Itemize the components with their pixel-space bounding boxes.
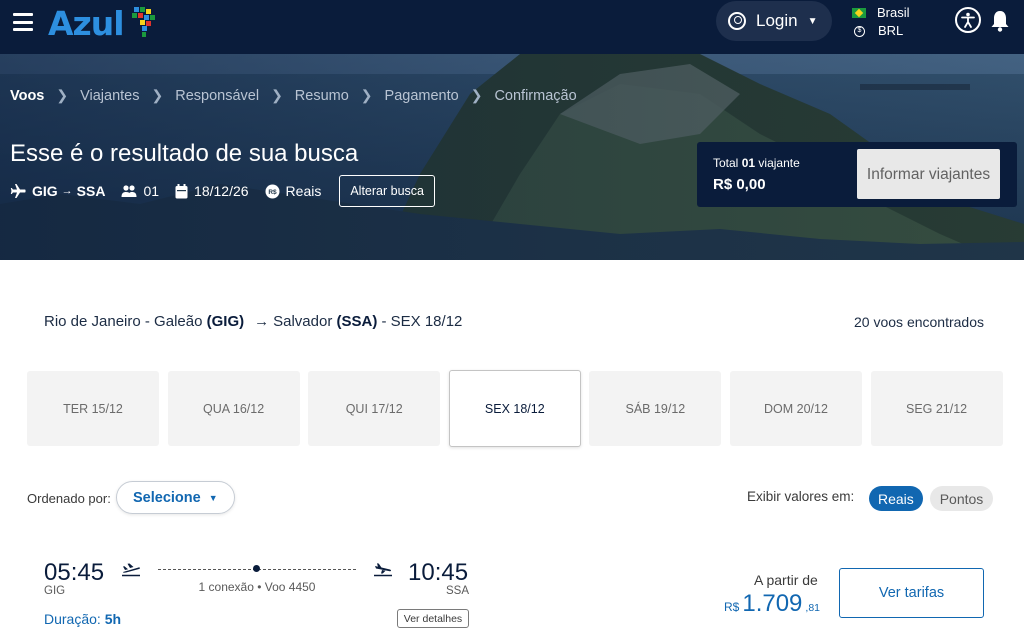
route-heading: Rio de Janeiro - Galeão (GIG) → Salvador… bbox=[44, 313, 462, 330]
price-integer: 1.709 bbox=[742, 590, 803, 617]
azul-logo[interactable]: Azul bbox=[48, 4, 162, 43]
sort-label: Ordenado por: bbox=[27, 491, 111, 506]
calendar-icon bbox=[175, 183, 188, 199]
page-title: Esse é o resultado de sua busca bbox=[10, 140, 359, 167]
breadcrumb-step-pagamento: Pagamento bbox=[384, 87, 459, 104]
view-details-button[interactable]: Ver detalhes bbox=[397, 609, 469, 628]
price-currency: R$ bbox=[724, 600, 740, 614]
results-count: 20 voos encontrados bbox=[854, 314, 984, 330]
summary-origin: GIG bbox=[32, 183, 58, 199]
landing-icon bbox=[374, 563, 392, 577]
chevron-down-icon: ▼ bbox=[807, 15, 818, 27]
login-label: Login bbox=[756, 11, 798, 30]
currency-icon: $ bbox=[854, 25, 865, 37]
total-label-prefix: Total bbox=[713, 156, 739, 170]
departure-time: 05:45 bbox=[44, 559, 105, 586]
brazil-flag-icon bbox=[852, 8, 866, 18]
chevron-right-icon: ❯ bbox=[470, 87, 483, 103]
arrival-code: SSA bbox=[446, 585, 470, 597]
summary-destination: SSA bbox=[76, 183, 106, 199]
search-summary: GIG → SSA 01 18/12/26 R$ Reais Alterar b… bbox=[10, 175, 435, 207]
summary-currency-value: Reais bbox=[285, 183, 322, 199]
people-icon bbox=[121, 184, 137, 198]
breadcrumb: Voos ❯ Viajantes ❯ Responsável ❯ Resumo … bbox=[10, 87, 577, 104]
svg-text:R$: R$ bbox=[268, 189, 277, 196]
top-bar: Azul Login ▼ Brasil $ BRL bbox=[0, 0, 1024, 54]
breadcrumb-step-confirmacao: Confirmação bbox=[494, 87, 577, 104]
login-button[interactable]: Login ▼ bbox=[716, 1, 832, 41]
brazil-map-logo-icon bbox=[131, 6, 155, 37]
reais-toggle[interactable]: Reais bbox=[869, 486, 923, 511]
sort-select[interactable]: Selecione ▼ bbox=[116, 481, 235, 514]
arrow-right-icon: → bbox=[61, 185, 73, 197]
breadcrumb-step-responsavel: Responsável bbox=[175, 87, 260, 104]
breadcrumb-step-resumo: Resumo bbox=[294, 87, 349, 104]
locale-selector[interactable]: Brasil $ BRL bbox=[852, 4, 910, 40]
summary-passenger-count: 01 bbox=[143, 183, 160, 199]
duration-label: Duração: bbox=[44, 611, 101, 627]
origin-city: Rio de Janeiro - Galeão bbox=[44, 313, 203, 330]
total-value: R$ 0,00 bbox=[713, 176, 766, 193]
summary-passengers: 01 bbox=[121, 183, 159, 199]
total-traveler-count: 01 bbox=[741, 156, 756, 170]
date-selector: TER 15/12 QUA 16/12 QUI 17/12 SEX 18/12 … bbox=[27, 370, 1011, 447]
inform-travelers-button[interactable]: Informar viajantes bbox=[857, 149, 1000, 199]
bell-icon[interactable] bbox=[990, 9, 1010, 33]
flight-duration: Duração: 5h bbox=[44, 611, 121, 627]
summary-route: GIG → SSA bbox=[10, 183, 105, 199]
summary-date: 18/12/26 bbox=[175, 183, 249, 199]
arrow-right-icon: → bbox=[254, 313, 270, 330]
date-tab-selected[interactable]: SEX 18/12 bbox=[448, 370, 581, 447]
chevron-down-icon: ▼ bbox=[208, 492, 218, 503]
view-tariffs-button[interactable]: Ver tarifas bbox=[839, 568, 984, 618]
breadcrumb-step-voos: Voos bbox=[10, 87, 45, 104]
user-icon bbox=[728, 12, 746, 30]
price-cents: ,81 bbox=[805, 602, 821, 614]
connection-info: 1 conexão • Voo 4450 bbox=[198, 580, 316, 594]
duration-value: 5h bbox=[104, 611, 122, 627]
date-tab[interactable]: DOM 20/12 bbox=[729, 371, 862, 446]
alter-search-button[interactable]: Alterar busca bbox=[339, 175, 435, 207]
destination-code: (SSA) bbox=[336, 313, 378, 330]
date-tab[interactable]: TER 15/12 bbox=[27, 371, 159, 446]
summary-date-value: 18/12/26 bbox=[194, 183, 249, 199]
date-tab[interactable]: QUI 17/12 bbox=[308, 371, 441, 446]
date-tab[interactable]: SEG 21/12 bbox=[870, 371, 1003, 446]
logo-text: Azul bbox=[48, 4, 125, 43]
route-date: - SEX 18/12 bbox=[381, 313, 463, 330]
origin-code: (GIG) bbox=[206, 313, 245, 330]
search-hero: Voos ❯ Viajantes ❯ Responsável ❯ Resumo … bbox=[0, 54, 1024, 260]
date-tab[interactable]: SÁB 19/12 bbox=[589, 371, 722, 446]
chevron-right-icon: ❯ bbox=[360, 87, 373, 103]
sort-value: Selecione bbox=[133, 489, 201, 506]
total-label-suffix: viajante bbox=[758, 156, 800, 170]
arrival-time: 10:45 bbox=[408, 559, 469, 586]
accessibility-icon[interactable] bbox=[955, 7, 981, 33]
price-from-label: A partir de bbox=[754, 572, 818, 588]
breadcrumb-step-viajantes: Viajantes bbox=[80, 87, 140, 104]
pontos-toggle[interactable]: Pontos bbox=[930, 486, 993, 511]
date-tab[interactable]: QUA 16/12 bbox=[167, 371, 300, 446]
currency-icon: R$ bbox=[265, 184, 280, 199]
chevron-right-icon: ❯ bbox=[151, 87, 164, 103]
connection-dot bbox=[253, 565, 260, 572]
total-label: Total 01 viajante bbox=[713, 156, 800, 170]
airplane-icon bbox=[10, 183, 26, 199]
departure-code: GIG bbox=[44, 585, 66, 597]
country-label: Brasil bbox=[877, 5, 910, 20]
currency-label: BRL bbox=[878, 23, 904, 38]
flight-price: R$ 1.709 ,81 bbox=[724, 590, 820, 618]
chevron-right-icon: ❯ bbox=[271, 87, 283, 103]
destination-city: Salvador bbox=[273, 313, 333, 330]
hamburger-menu-icon[interactable] bbox=[13, 13, 33, 31]
total-card: Total 01 viajante R$ 0,00 Informar viaja… bbox=[697, 142, 1017, 207]
chevron-right-icon: ❯ bbox=[56, 87, 69, 103]
values-label: Exibir valores em: bbox=[747, 489, 855, 504]
summary-currency: R$ Reais bbox=[265, 183, 322, 199]
takeoff-icon bbox=[122, 563, 140, 577]
